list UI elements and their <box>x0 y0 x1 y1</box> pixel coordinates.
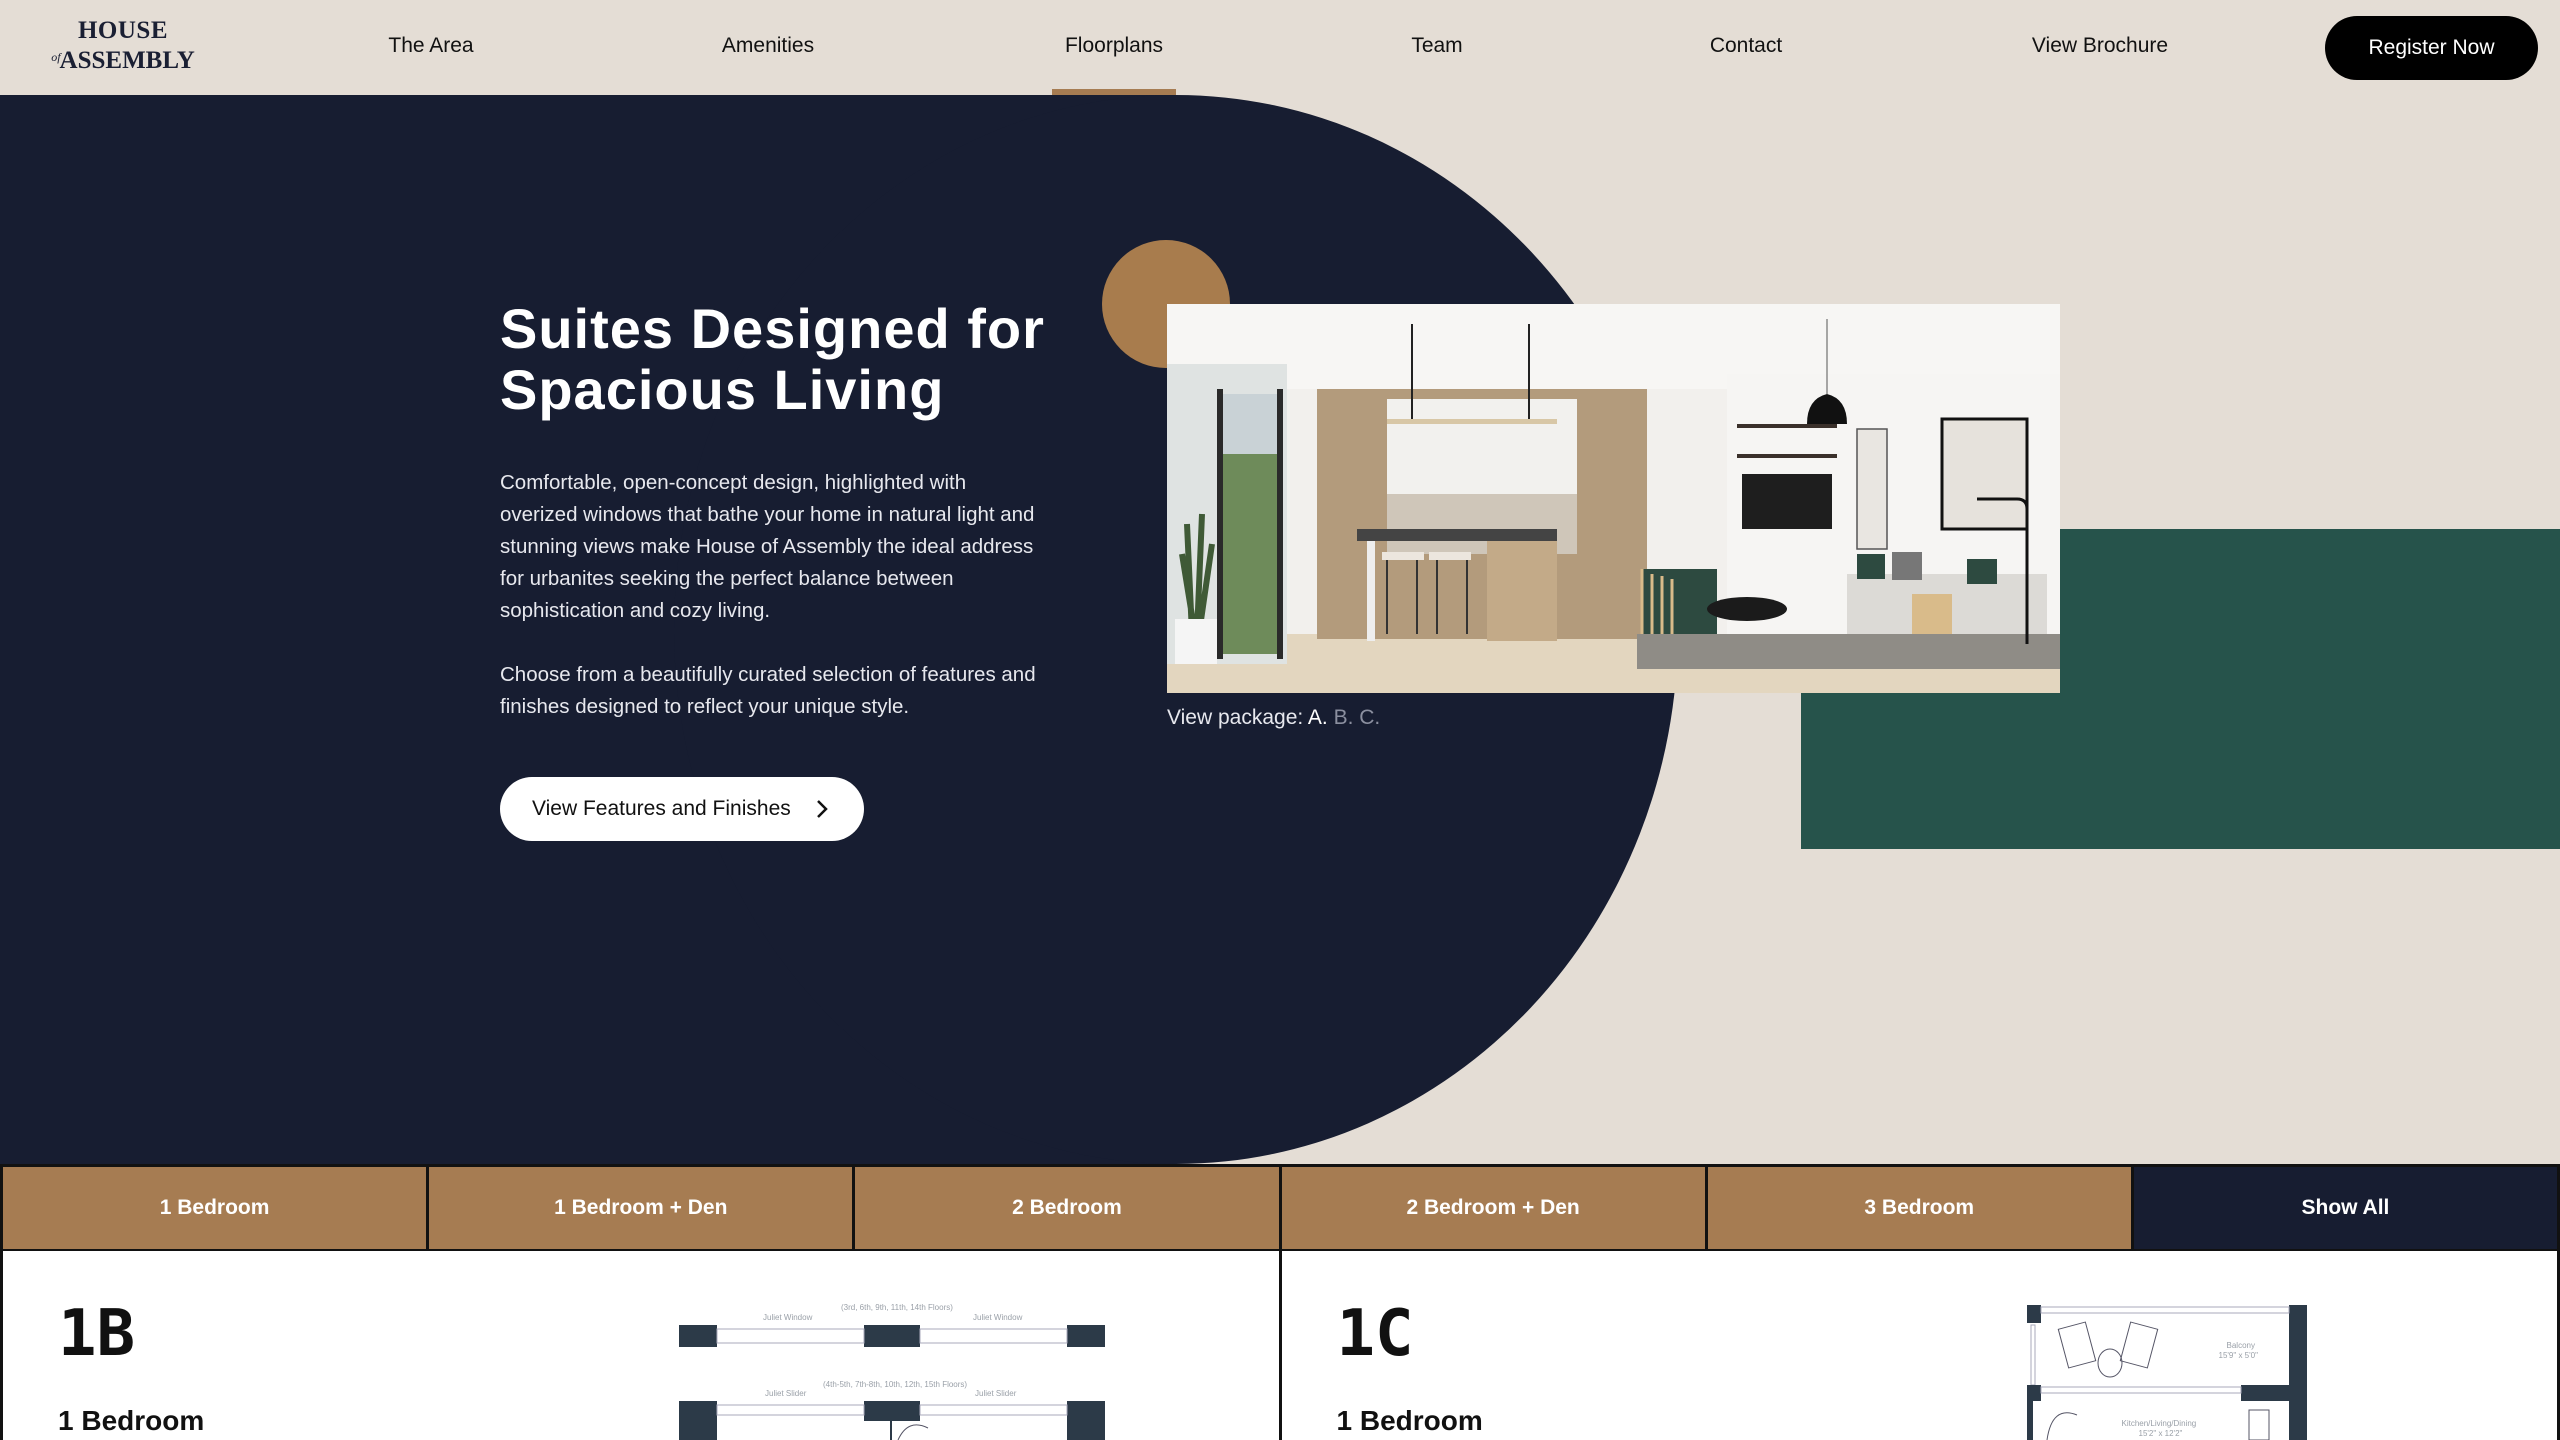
package-option-a[interactable]: A. <box>1308 706 1328 729</box>
hero-title: Suites Designed for Spacious Living <box>500 297 1045 421</box>
nav-item-amenities[interactable]: Amenities <box>722 34 814 58</box>
package-selector: View package: A. B. C. <box>1167 706 1380 730</box>
interior-photo <box>1167 304 2060 693</box>
hero-finishes-text: Choose from a beautifully curated select… <box>500 663 1036 718</box>
logo[interactable]: HOUSE ofASSEMBLY <box>42 18 204 74</box>
suite-type: 1 Bedroom <box>1336 1405 1483 1436</box>
tab-2-bedroom-den[interactable]: 2 Bedroom + Den <box>1278 1167 1705 1249</box>
plan-label-kitchen: Kitchen/Living/Dining <box>2121 1419 2197 1428</box>
tab-1-bedroom[interactable]: 1 Bedroom <box>0 1167 427 1249</box>
plan-label-balcony-size: 15'9" x 5'0" <box>2218 1351 2258 1360</box>
suite-code: 1C <box>1336 1297 1414 1371</box>
tab-show-all[interactable]: Show All <box>2130 1167 2558 1249</box>
nav-item-contact[interactable]: Contact <box>1710 34 1782 58</box>
logo-line2: ASSEMBLY <box>59 47 195 74</box>
tab-1-bedroom-den[interactable]: 1 Bedroom + Den <box>426 1167 853 1249</box>
floorplan-drawing <box>679 1325 1105 1440</box>
top-nav: HOUSE ofASSEMBLY The Area Amenities Floo… <box>0 0 2560 95</box>
package-option-c[interactable]: C. <box>1359 706 1380 729</box>
view-features-button[interactable]: View Features and Finishes <box>500 777 864 841</box>
unit-type-filter-tabs: 1 Bedroom 1 Bedroom + Den 2 Bedroom 2 Be… <box>0 1164 2560 1252</box>
plan-label-balcony: Balcony <box>2226 1341 2255 1350</box>
plan-label-slider-left: Juliet Slider <box>765 1389 807 1398</box>
nav-item-the-area[interactable]: The Area <box>388 34 473 58</box>
active-nav-indicator <box>1052 89 1176 95</box>
floorplan-1b: (3rd, 6th, 9th, 11th, 14th Floors) Julie… <box>673 1303 1113 1440</box>
plan-label-kitchen-size: 15'2" x 12'2" <box>2138 1429 2183 1438</box>
suite-code: 1B <box>58 1297 136 1371</box>
package-label: View package: <box>1167 706 1304 729</box>
nav-item-view-brochure[interactable]: View Brochure <box>2032 34 2168 58</box>
nav-item-team[interactable]: Team <box>1411 34 1462 58</box>
register-now-button[interactable]: Register Now <box>2325 16 2538 80</box>
tab-3-bedroom[interactable]: 3 Bedroom <box>1704 1167 2131 1249</box>
suite-list: 1B 1 Bedroom (3rd, 6th, 9th, 11th, 14th … <box>0 1251 2560 1440</box>
package-option-b[interactable]: B. <box>1334 706 1354 729</box>
suite-card-1b[interactable]: 1B 1 Bedroom (3rd, 6th, 9th, 11th, 14th … <box>0 1251 1279 1440</box>
logo-line1: HOUSE <box>77 17 169 44</box>
chevron-right-icon <box>817 800 828 818</box>
tab-2-bedroom[interactable]: 2 Bedroom <box>852 1167 1279 1249</box>
suite-type: 1 Bedroom <box>58 1405 205 1436</box>
floorplan-1c: Balcony 15'9" x 5'0" Kitchen/Living/Dini… <box>2026 1305 2307 1440</box>
interior-illustration <box>1167 304 2060 693</box>
plan-label-floors-b: (4th-5th, 7th-8th, 10th, 12th, 15th Floo… <box>823 1380 968 1389</box>
hero-description: Comfortable, open-concept design, highli… <box>500 471 1035 622</box>
suite-card-1c[interactable]: 1C 1 Bedroom Balcony 15'9" x 5'0" Kitche… <box>1278 1251 2560 1440</box>
nav-item-floorplans[interactable]: Floorplans <box>1065 34 1163 58</box>
view-features-label: View Features and Finishes <box>532 797 791 820</box>
plan-label-slider-right: Juliet Slider <box>975 1389 1017 1398</box>
